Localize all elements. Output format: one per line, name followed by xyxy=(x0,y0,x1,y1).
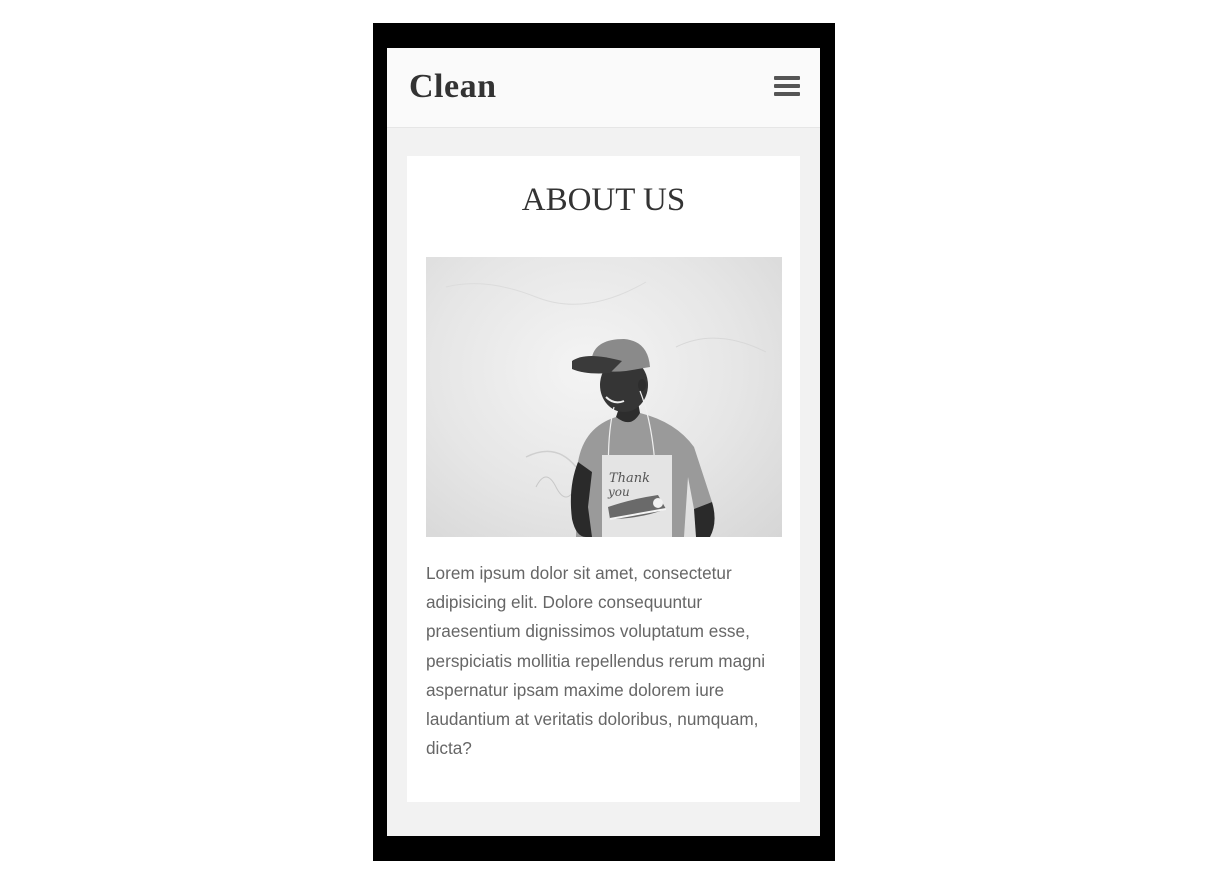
section-title: ABOUT US xyxy=(521,182,686,218)
svg-text:you: you xyxy=(607,485,630,499)
device-frame: Clean ABOUT US Thank you Lorem ipsum dol… xyxy=(373,23,835,861)
hamburger-menu-icon[interactable] xyxy=(772,74,802,100)
about-section: ABOUT US Thank you Lorem ipsum dolor sit… xyxy=(407,156,800,802)
navbar: Clean xyxy=(387,48,820,128)
svg-text:Thank: Thank xyxy=(609,471,650,486)
brand-logo[interactable]: Clean xyxy=(409,65,497,109)
about-body-text: Lorem ipsum dolor sit amet, consectetur … xyxy=(426,563,766,759)
menu-bar xyxy=(774,84,800,88)
menu-bar xyxy=(774,92,800,96)
about-photo: Thank you xyxy=(426,257,782,537)
menu-bar xyxy=(774,76,800,80)
screen: Clean ABOUT US Thank you Lorem ipsum dol… xyxy=(387,48,820,836)
